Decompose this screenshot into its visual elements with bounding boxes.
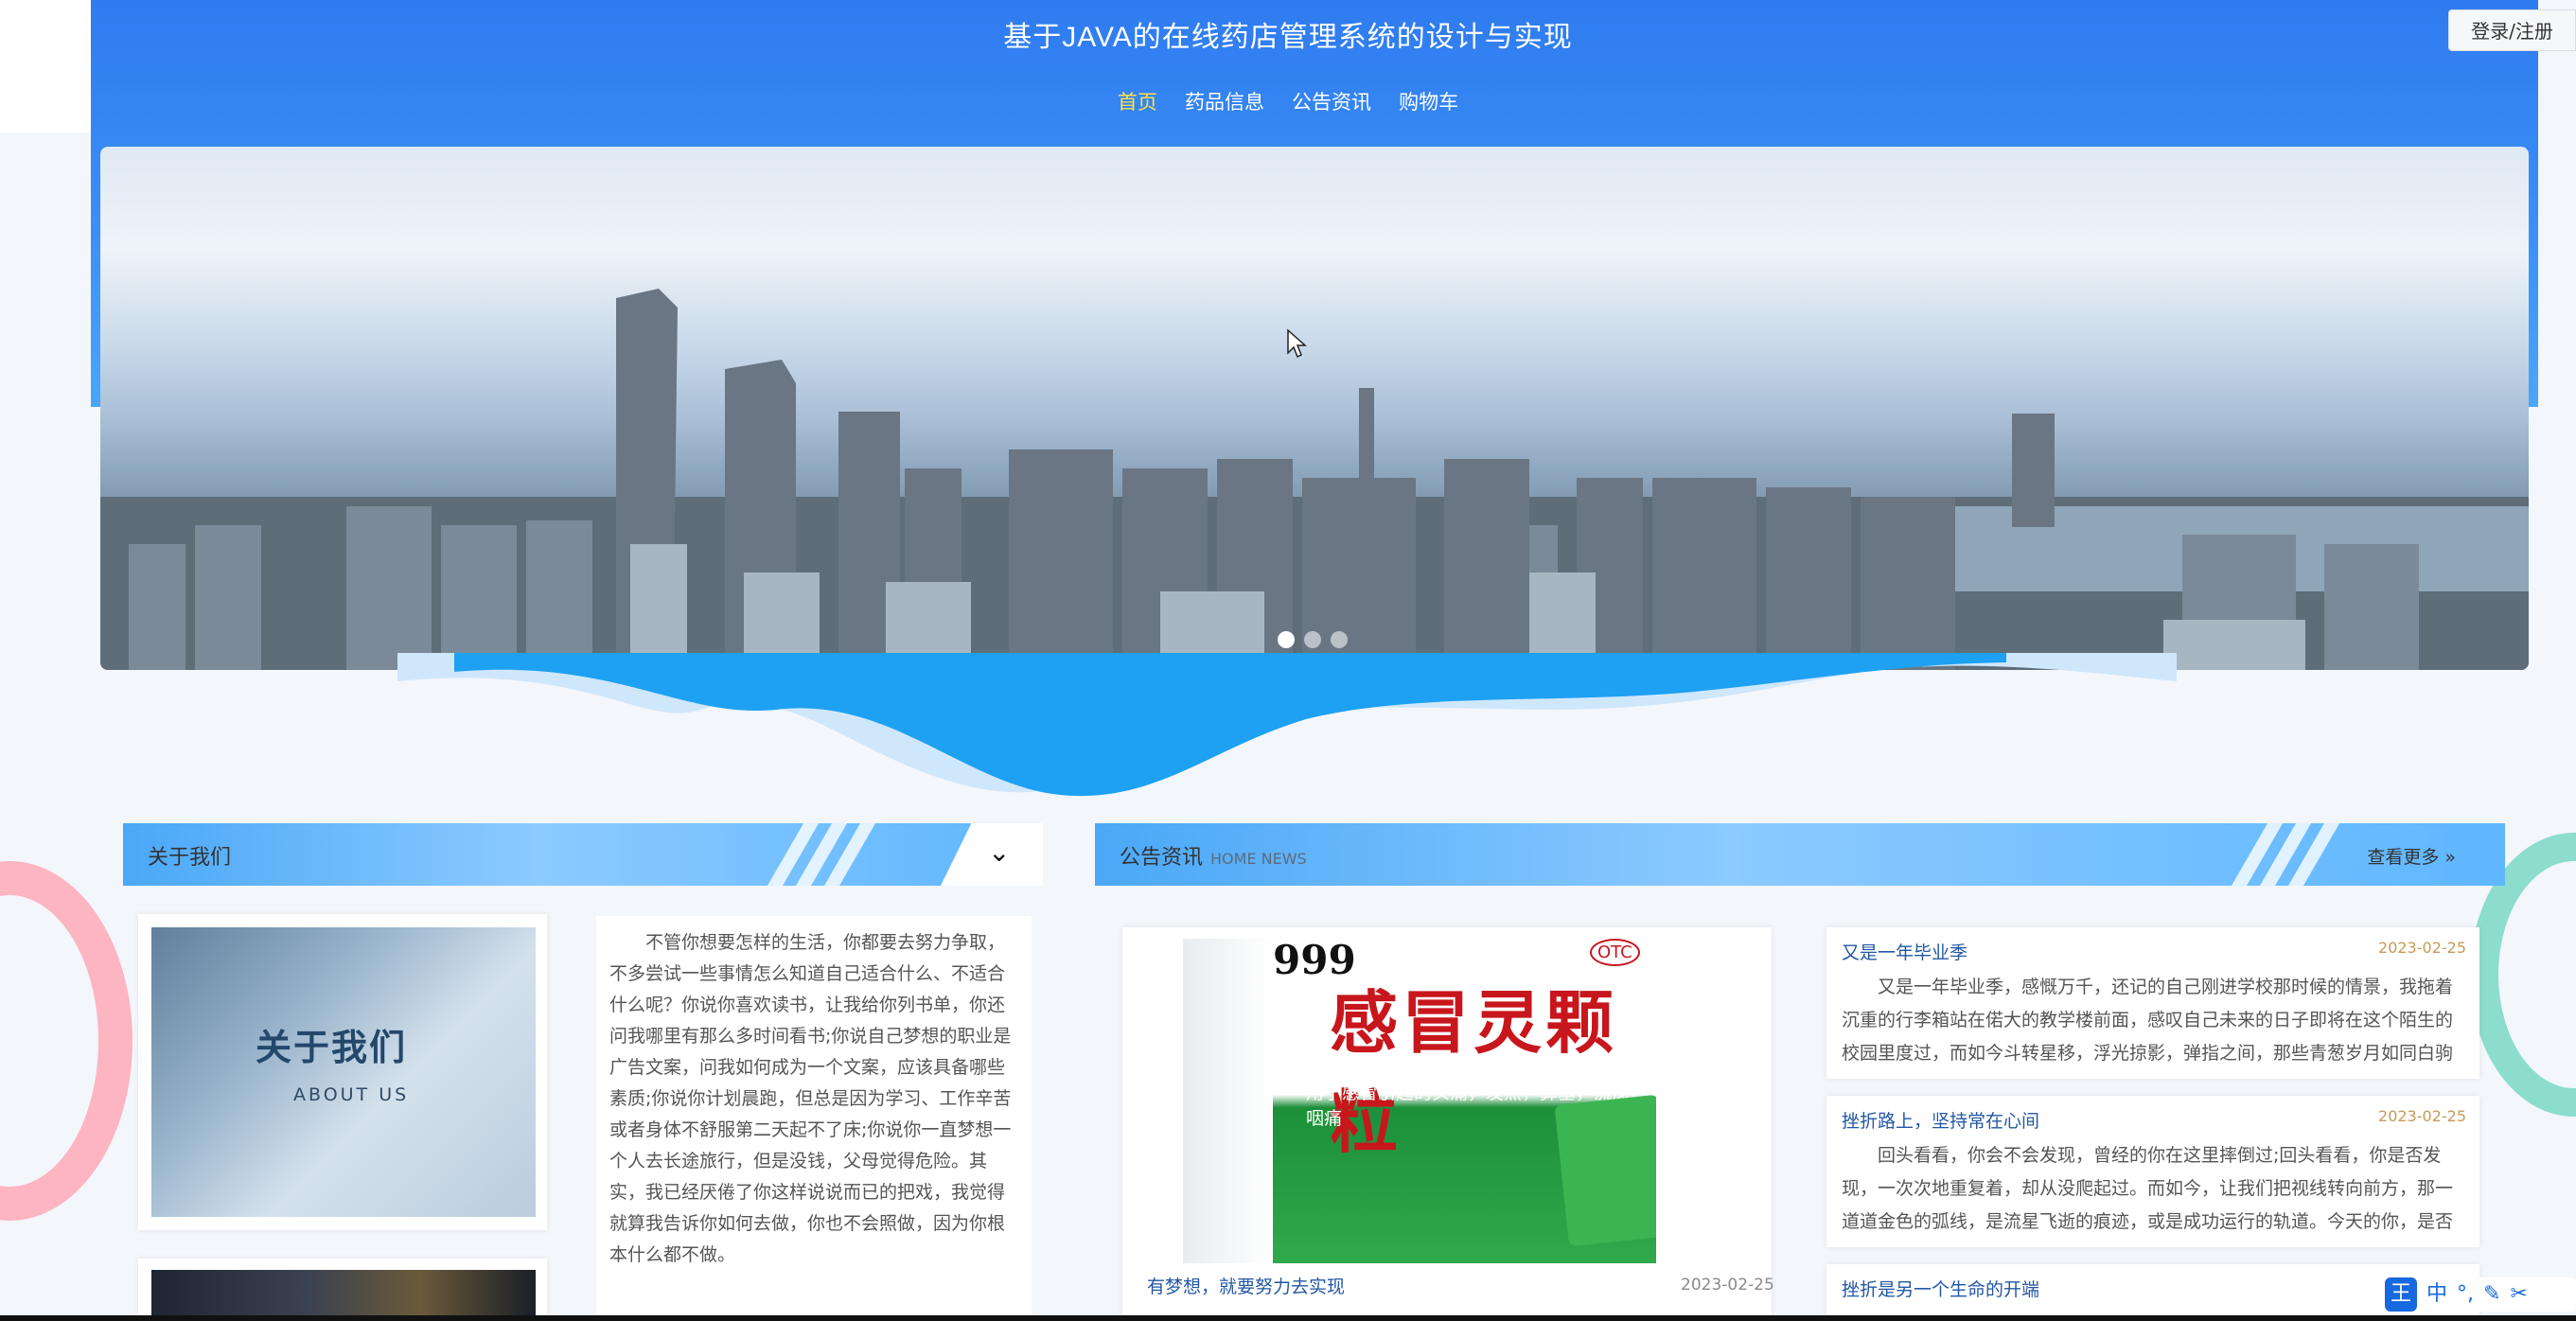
ime-chinese-toggle[interactable]: 中 (2426, 1277, 2447, 1312)
news-section-title-wrap: 公告资讯 HOME NEWS (1120, 840, 1307, 871)
city-skyline-image (100, 289, 2529, 670)
news-item-title[interactable]: 挫折是另一个生命的开端 (1842, 1276, 2039, 1301)
news-item-date: 2023-02-25 (2378, 939, 2466, 957)
carousel-dot-3[interactable] (1331, 631, 1348, 648)
news-item-title[interactable]: 挫折路上，坚持常在心间 (1842, 1107, 2039, 1133)
banner-carousel[interactable] (100, 147, 2529, 670)
site-title: 基于JAVA的在线药店管理系统的设计与实现 (1003, 22, 1573, 53)
ime-toolbar[interactable]: 王中 °, ✎ ✂ (2381, 1277, 2576, 1312)
about-image-subtitle: ABOUT US (293, 1084, 410, 1105)
news-item-excerpt: 又是一年毕业季，感慨万千，还记的自己刚进学校那时候的情景，我拖着沉重的行李箱站在… (1842, 977, 2454, 1064)
about-description: 不管你想要怎样的生活，你都要去努力争取，不多尝试一些事情怎么知道自己适合什么、不… (596, 916, 1032, 1321)
featured-news-date: 2023-02-25 (1681, 1276, 1774, 1295)
ime-scissors-icon[interactable]: ✂ (2510, 1277, 2527, 1312)
nav-item-cart[interactable]: 购物车 (1399, 87, 1458, 115)
news-section-header: 公告资讯 HOME NEWS 查看更多 » (1095, 823, 2505, 886)
ime-pen-icon[interactable]: ✎ (2483, 1277, 2500, 1312)
about-toggle-button[interactable]: ⌄ (941, 823, 1043, 886)
news-item-title[interactable]: 又是一年毕业季 (1842, 939, 1967, 964)
view-more-link[interactable]: 查看更多 » (2367, 843, 2456, 869)
carousel-dot-2[interactable] (1304, 631, 1321, 648)
about-image-title: 关于我们 (256, 1027, 408, 1068)
product-packet (1554, 1094, 1656, 1247)
main-nav: 首页 药品信息 公告资讯 购物车 (0, 87, 2576, 119)
bottom-edge (0, 1315, 2576, 1321)
login-register-button[interactable]: 登录/注册 (2448, 9, 2576, 51)
product-box-side (1183, 939, 1273, 1263)
nav-item-home[interactable]: 首页 (1118, 87, 1157, 115)
news-section-subtitle: HOME NEWS (1210, 850, 1307, 868)
nav-item-medicine-info[interactable]: 药品信息 (1185, 87, 1264, 115)
carousel-dot-1[interactable] (1278, 631, 1295, 648)
about-section-header: 关于我们 ⌄ (123, 823, 1043, 886)
about-video-thumbnail[interactable] (151, 1270, 536, 1321)
news-item-excerpt: 回头看看，你会不会发现，曾经的你在这里摔倒过;回头看看，你是否发现，一次次地重复… (1842, 1145, 2454, 1232)
featured-news-title[interactable]: 有梦想，就要努力去实现 (1147, 1273, 1345, 1298)
news-list-item[interactable]: 又是一年毕业季 2023-02-25 又是一年毕业季，感慨万千，还记的自己刚进学… (1826, 927, 2479, 1079)
news-item-date: 2023-02-25 (2378, 1107, 2466, 1125)
ime-logo-icon[interactable]: 王 (2385, 1277, 2418, 1312)
featured-news-image[interactable]: 999 感冒灵颗粒 OTC 用于感冒引起的头痛，发热，鼻塞，流涕，咽痛 (1183, 939, 1656, 1263)
news-list-item[interactable]: 挫折路上，坚持常在心间 2023-02-25 回头看看，你会不会发现，曾经的你在… (1826, 1096, 2479, 1247)
decorative-ring-left (0, 861, 132, 1221)
ime-punctuation-icon[interactable]: °, (2457, 1277, 2474, 1312)
mouse-cursor-icon (1287, 328, 1307, 359)
about-us-image: 关于我们 ABOUT US (151, 927, 536, 1217)
otc-badge: OTC (1590, 939, 1640, 966)
carousel-indicators (1278, 631, 1357, 652)
news-section-title: 公告资讯 (1120, 846, 1204, 870)
decorative-wave (397, 653, 2177, 797)
about-section-title: 关于我们 (148, 846, 232, 870)
nav-item-news[interactable]: 公告资讯 (1292, 87, 1371, 115)
chevron-down-icon: ⌄ (988, 837, 1011, 868)
